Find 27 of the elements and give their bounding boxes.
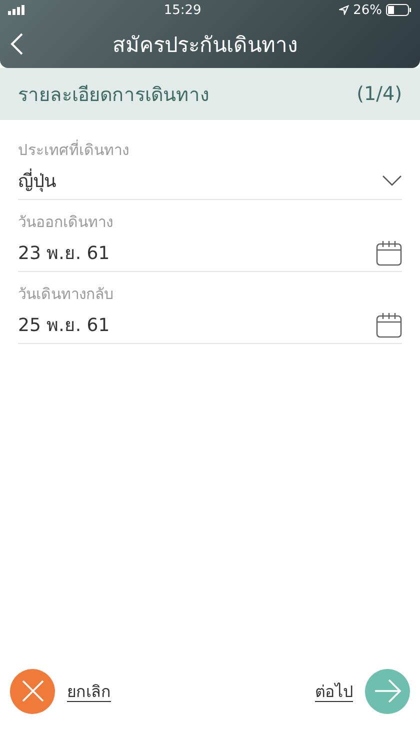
location-icon [339, 5, 350, 15]
calendar-icon [376, 312, 402, 338]
status-time: 15:29 [164, 2, 202, 18]
date-field[interactable]: วันออกเดินทาง 23 พ.ย. 61 [18, 200, 402, 272]
cancel-button[interactable] [10, 668, 55, 714]
field-value: 25 พ.ย. 61 [18, 314, 110, 338]
dropdown-field[interactable]: ประเทศที่เดินทาง ญี่ปุ่น [18, 128, 402, 200]
close-icon [20, 679, 44, 703]
arrow-right-icon [374, 679, 402, 703]
screen-title: สมัครประกันเดินทาง [112, 32, 298, 58]
back-icon[interactable] [10, 32, 24, 56]
date-field[interactable]: วันเดินทางกลับ 25 พ.ย. 61 [18, 272, 402, 344]
section-title: รายละเอียดการเดินทาง [18, 83, 209, 108]
field-label: วันออกเดินทาง [18, 212, 114, 233]
battery-percent: 26% [353, 2, 382, 18]
next-link[interactable]: ต่อไป [315, 678, 353, 704]
field-label: วันเดินทางกลับ [18, 284, 115, 305]
signal-icon [8, 5, 26, 15]
next-button[interactable] [365, 668, 410, 714]
battery-icon [386, 4, 412, 16]
field-value: ญี่ปุ่น [18, 166, 56, 195]
step-counter: (1/4) [356, 83, 402, 105]
calendar-icon [376, 240, 402, 266]
chevron-down-icon [382, 175, 402, 186]
field-value: 23 พ.ย. 61 [18, 242, 110, 266]
cancel-link[interactable]: ยกเลิก [67, 678, 111, 704]
field-label: ประเทศที่เดินทาง [18, 138, 130, 161]
